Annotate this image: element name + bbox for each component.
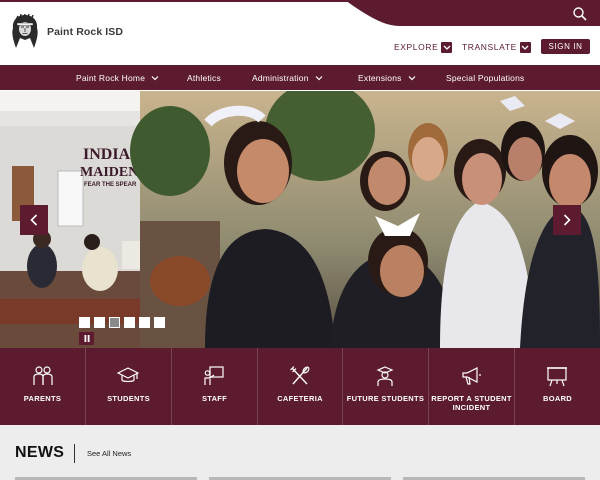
- hero-photo: INDIANS MAIDENS FEAR THE SPEAR: [0, 91, 600, 348]
- chevron-down-icon: [441, 41, 453, 53]
- header-swoosh-decoration: [0, 0, 600, 26]
- chevron-down-icon: [519, 41, 531, 53]
- quick-link-parents[interactable]: PARENTS: [0, 348, 85, 425]
- quick-link-label-line1: REPORT A STUDENT: [431, 394, 512, 403]
- board-icon: [547, 367, 567, 387]
- carousel-prev-button[interactable]: [20, 205, 48, 235]
- quick-link-staff[interactable]: STAFF: [172, 348, 257, 425]
- news-section: NEWS See All News: [0, 425, 600, 480]
- nav-item-label: Extensions: [358, 72, 402, 83]
- quick-links-bar: PARENTS STUDENTS STAFF CAFETERIA FUTURE …: [0, 348, 600, 425]
- quick-link-label: BOARD: [543, 394, 572, 403]
- carousel-dot[interactable]: [154, 317, 165, 328]
- quick-link-cafeteria[interactable]: CAFETERIA: [258, 348, 342, 425]
- carousel-dot[interactable]: [94, 317, 105, 328]
- carousel-dot[interactable]: [139, 317, 150, 328]
- utensils-icon: [290, 366, 310, 385]
- hero-slideshow: INDIANS MAIDENS FEAR THE SPEAR: [0, 91, 600, 348]
- district-logo-icon[interactable]: [10, 14, 40, 50]
- nav-item-administration[interactable]: Administration: [252, 65, 323, 90]
- future-student-icon: [376, 366, 394, 386]
- megaphone-icon: [462, 367, 481, 385]
- carousel-pause-button[interactable]: [79, 332, 94, 345]
- sign-in-button[interactable]: SIGN IN: [541, 39, 590, 54]
- carousel-dots: [79, 317, 165, 328]
- translate-label: TRANSLATE: [462, 42, 517, 52]
- chevron-down-icon: [408, 75, 416, 80]
- translate-dropdown[interactable]: TRANSLATE: [462, 40, 531, 54]
- quick-link-label: REPORT A STUDENT INCIDENT: [429, 394, 514, 412]
- quick-link-board[interactable]: BOARD: [515, 348, 600, 425]
- search-icon[interactable]: [572, 6, 588, 22]
- chevron-down-icon: [315, 75, 323, 80]
- site-name[interactable]: Paint Rock ISD: [47, 26, 123, 38]
- site-header: Paint Rock ISD EXPLORE TRANSLATE SIGN IN: [0, 0, 600, 65]
- nav-item-label: Administration: [252, 72, 309, 83]
- news-heading: NEWS: [15, 444, 65, 461]
- carousel-dot[interactable]: [124, 317, 135, 328]
- nav-item-label: Special Populations: [446, 72, 525, 83]
- quick-link-students[interactable]: STUDENTS: [86, 348, 171, 425]
- quick-link-label: FUTURE STUDENTS: [346, 394, 425, 403]
- wall-sign-line3: FEAR THE SPEAR: [84, 182, 137, 188]
- carousel-next-button[interactable]: [553, 205, 581, 235]
- parents-icon: [33, 366, 53, 385]
- carousel-dot[interactable]: [79, 317, 90, 328]
- nav-item-label: Paint Rock Home: [76, 72, 146, 83]
- graduation-cap-icon: [117, 367, 139, 383]
- nav-item-athletics[interactable]: Athletics: [187, 65, 221, 90]
- pause-icon: [84, 335, 89, 342]
- quick-link-label: CAFETERIA: [277, 394, 323, 403]
- nav-item-extensions[interactable]: Extensions: [358, 65, 416, 90]
- chevron-down-icon: [151, 75, 159, 80]
- quick-link-label: STAFF: [201, 394, 228, 403]
- quick-link-label: STUDENTS: [107, 394, 150, 403]
- nav-item-paint-rock-home[interactable]: Paint Rock Home: [76, 65, 159, 90]
- quick-link-label: PARENTS: [23, 394, 62, 403]
- explore-label: EXPLORE: [394, 42, 439, 52]
- carousel-dot-active[interactable]: [109, 317, 120, 328]
- nav-item-special-populations[interactable]: Special Populations: [446, 65, 524, 90]
- staff-presentation-icon: [204, 366, 224, 385]
- quick-link-future-students[interactable]: FUTURE STUDENTS: [343, 348, 428, 425]
- explore-dropdown[interactable]: EXPLORE: [394, 40, 453, 54]
- see-all-news-link[interactable]: See All News: [87, 449, 131, 458]
- divider: [74, 444, 75, 463]
- quick-link-report-incident[interactable]: REPORT A STUDENT INCIDENT: [429, 348, 514, 425]
- chevron-left-icon: [30, 214, 38, 226]
- nav-item-label: Athletics: [187, 72, 221, 83]
- chevron-right-icon: [563, 214, 571, 226]
- quick-link-label-line2: INCIDENT: [452, 403, 491, 412]
- main-nav: Paint Rock Home Athletics Administration…: [0, 65, 600, 90]
